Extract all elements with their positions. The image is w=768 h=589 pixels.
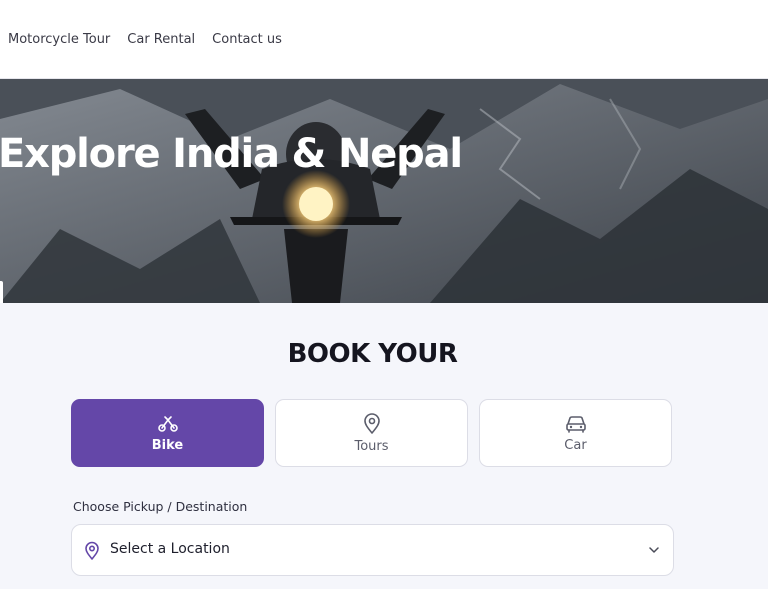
location-field-label: Choose Pickup / Destination <box>73 499 248 514</box>
tab-bike[interactable]: Bike <box>71 399 264 467</box>
car-icon <box>565 415 586 433</box>
location-select[interactable]: Select a Location <box>71 524 674 576</box>
chevron-down-icon <box>649 547 659 553</box>
top-nav: Motorcycle Tour Car Rental Contact us <box>0 0 768 79</box>
bike-icon <box>157 415 178 432</box>
location-select-value: Select a Location <box>110 541 230 557</box>
hero-cta-button-edge[interactable] <box>0 281 3 303</box>
hero-banner: Explore India & Nepal <box>0 79 768 303</box>
map-pin-icon <box>363 412 380 434</box>
tab-tours[interactable]: Tours <box>275 399 468 467</box>
nav-link-contact-us[interactable]: Contact us <box>212 32 282 47</box>
nav-link-motorcycle-tour[interactable]: Motorcycle Tour <box>8 32 110 47</box>
hero-title: Explore India & Nepal <box>0 131 463 177</box>
booking-type-tabs: Bike Tours Car <box>71 399 675 469</box>
booking-section: BOOK YOUR Bike Tours Car Choose Pickup /… <box>0 303 768 589</box>
hero-background-image <box>0 79 768 303</box>
tab-car[interactable]: Car <box>479 399 672 467</box>
nav-link-car-rental[interactable]: Car Rental <box>127 32 195 47</box>
tab-car-label: Car <box>564 437 587 453</box>
location-pin-icon <box>85 541 99 560</box>
tab-bike-label: Bike <box>151 437 184 453</box>
tab-tours-label: Tours <box>354 438 389 454</box>
booking-title: BOOK YOUR <box>287 339 458 369</box>
